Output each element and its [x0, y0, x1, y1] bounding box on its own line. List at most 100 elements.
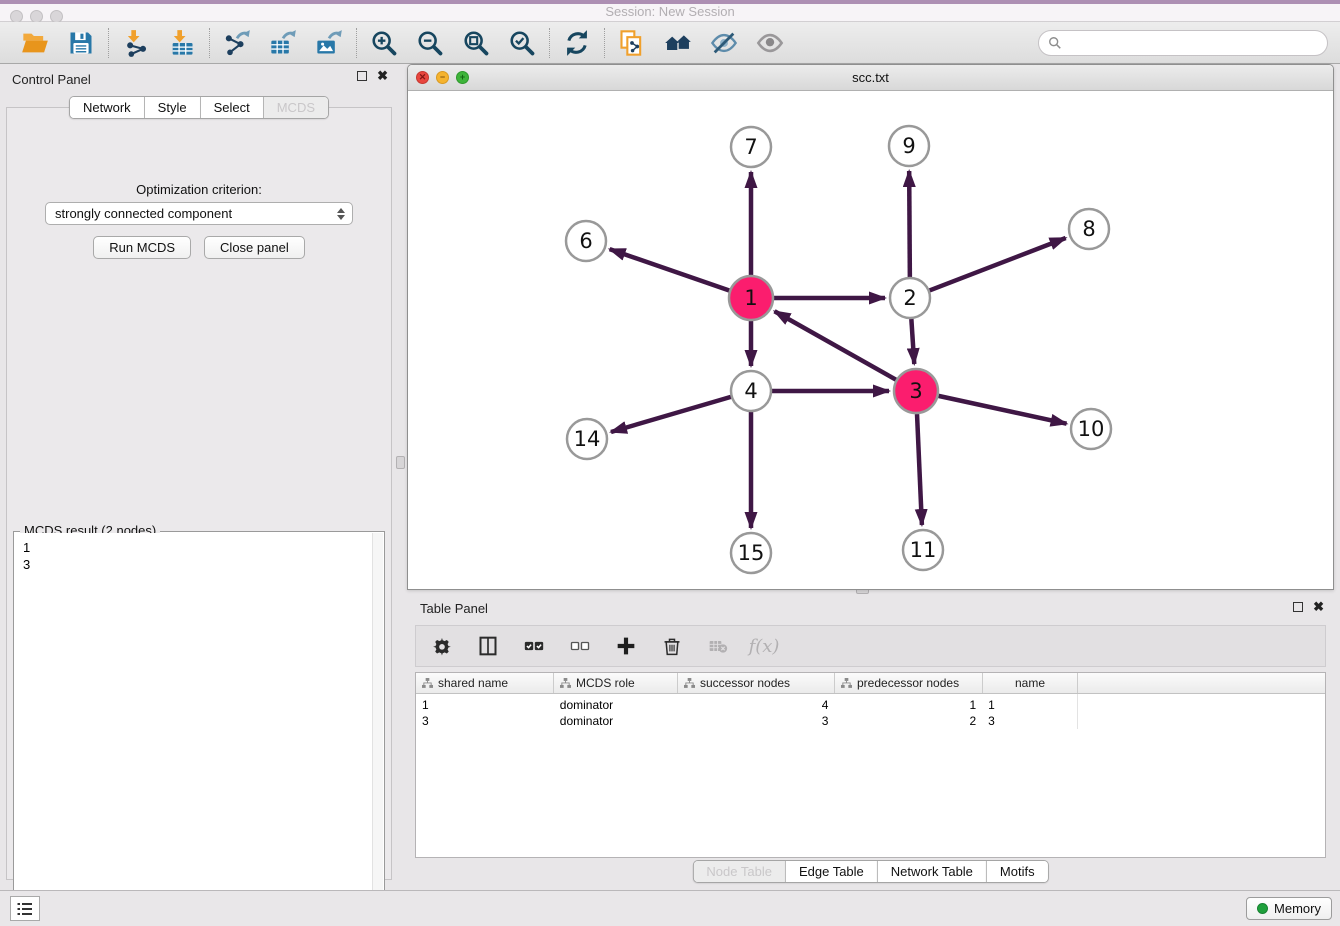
tab-mcds[interactable]: MCDS	[263, 97, 328, 118]
memory-button[interactable]: Memory	[1246, 897, 1332, 920]
first-neighbors-icon[interactable]	[663, 28, 693, 58]
column-header-successor-nodes[interactable]: successor nodes	[678, 673, 835, 693]
show-all-icon[interactable]	[755, 28, 785, 58]
export-table-icon[interactable]	[268, 28, 298, 58]
svg-text:9: 9	[902, 134, 915, 158]
gear-icon[interactable]	[430, 634, 454, 658]
svg-text:7: 7	[744, 135, 757, 159]
delete-columns-icon[interactable]	[660, 634, 684, 658]
column-type-icon	[684, 678, 695, 689]
select-all-columns-icon[interactable]	[522, 634, 546, 658]
graph-edge-1-6[interactable]	[610, 249, 730, 290]
column-header-predecessor-nodes[interactable]: predecessor nodes	[835, 673, 983, 693]
save-session-icon[interactable]	[66, 28, 96, 58]
zoom-selected-icon[interactable]	[507, 28, 537, 58]
table-panel-title: Table Panel	[420, 601, 488, 616]
node-table-header: shared name MCDS role successor nodes pr…	[416, 673, 1325, 694]
graph-edge-2-8[interactable]	[930, 238, 1066, 290]
control-panel-title: Control Panel	[12, 72, 91, 87]
run-mcds-button[interactable]: Run MCDS	[93, 236, 191, 259]
graph-edge-3-10[interactable]	[938, 396, 1066, 424]
zoom-in-icon[interactable]	[369, 28, 399, 58]
delete-table-icon[interactable]	[706, 634, 730, 658]
status-bar: Memory	[0, 890, 1340, 926]
tab-select[interactable]: Select	[200, 97, 263, 118]
tab-style[interactable]: Style	[144, 97, 200, 118]
graph-node-15[interactable]: 15	[731, 533, 771, 573]
task-history-button[interactable]	[10, 896, 40, 921]
column-header-name[interactable]: name	[983, 673, 1078, 693]
column-header-shared-name[interactable]: shared name	[416, 673, 554, 693]
graph-node-6[interactable]: 6	[566, 221, 606, 261]
graph-node-3[interactable]: 3	[894, 369, 938, 413]
import-table-icon[interactable]	[167, 28, 197, 58]
clone-network-icon[interactable]	[617, 28, 647, 58]
column-type-icon	[841, 678, 852, 689]
add-column-icon[interactable]	[614, 634, 638, 658]
network-window-titlebar[interactable]: ✕ − + scc.txt	[408, 65, 1333, 91]
graph-edge-3-11[interactable]	[917, 414, 922, 525]
graph-node-10[interactable]: 10	[1071, 409, 1111, 449]
close-panel-icon[interactable]: ✖	[377, 71, 388, 81]
svg-text:6: 6	[579, 229, 592, 253]
close-panel-button[interactable]: Close panel	[204, 236, 305, 259]
graph-edge-3-1[interactable]	[775, 311, 896, 379]
window-title: Session: New Session	[0, 4, 1340, 20]
export-image-icon[interactable]	[314, 28, 344, 58]
graph-edge-2-3[interactable]	[911, 319, 914, 364]
network-minimize-icon[interactable]: −	[436, 71, 449, 84]
network-canvas[interactable]: 7 9 6 8 1 2 4 3 14 10 15 11	[408, 91, 1333, 589]
tab-edge-table[interactable]: Edge Table	[785, 861, 877, 882]
network-graph[interactable]: 7 9 6 8 1 2 4 3 14 10 15 11	[408, 91, 1333, 590]
criterion-dropdown[interactable]: strongly connected component	[45, 202, 353, 225]
mcds-result-list[interactable]: 1 3	[15, 533, 383, 911]
graph-node-4[interactable]: 4	[731, 371, 771, 411]
criterion-dropdown-value: strongly connected component	[55, 206, 334, 221]
import-network-icon[interactable]	[121, 28, 151, 58]
table-panel: Table Panel ✖ f(x) sha	[407, 595, 1334, 890]
graph-node-14[interactable]: 14	[567, 419, 607, 459]
svg-text:1: 1	[744, 286, 757, 310]
hide-selected-icon[interactable]	[709, 28, 739, 58]
graph-edge-2-9[interactable]	[909, 171, 910, 277]
open-session-icon[interactable]	[20, 28, 50, 58]
splitter-grip-vertical[interactable]	[396, 456, 405, 469]
apply-layout-icon[interactable]	[562, 28, 592, 58]
network-close-icon[interactable]: ✕	[416, 71, 429, 84]
graph-node-1[interactable]: 1	[729, 276, 773, 320]
control-panel-body: Optimization criterion: strongly connect…	[6, 107, 392, 880]
unselect-all-columns-icon[interactable]	[568, 634, 592, 658]
table-row[interactable]: 1 dominator 4 1 1	[416, 697, 1077, 713]
window-titlebar: Session: New Session	[0, 0, 1340, 22]
search-input[interactable]	[1067, 35, 1318, 50]
mcds-result-scrollbar[interactable]	[372, 533, 383, 911]
zoom-fit-icon[interactable]	[461, 28, 491, 58]
svg-text:11: 11	[910, 538, 937, 562]
split-panel-icon[interactable]	[476, 634, 500, 658]
network-maximize-icon[interactable]: +	[456, 71, 469, 84]
float-table-panel-icon[interactable]	[1293, 602, 1303, 612]
tab-node-table[interactable]: Node Table	[693, 861, 785, 882]
tab-motifs[interactable]: Motifs	[986, 861, 1048, 882]
zoom-out-icon[interactable]	[415, 28, 445, 58]
chevron-up-down-icon	[334, 205, 348, 222]
graph-node-11[interactable]: 11	[903, 530, 943, 570]
graph-node-8[interactable]: 8	[1069, 209, 1109, 249]
graph-node-9[interactable]: 9	[889, 126, 929, 166]
export-network-icon[interactable]	[222, 28, 252, 58]
table-tabs: Node Table Edge Table Network Table Moti…	[692, 860, 1048, 883]
table-row[interactable]: 3 dominator 3 2 3	[416, 713, 1077, 729]
node-table[interactable]: shared name MCDS role successor nodes pr…	[415, 672, 1326, 858]
graph-node-2[interactable]: 2	[890, 278, 930, 318]
close-table-panel-icon[interactable]: ✖	[1313, 602, 1324, 612]
control-panel-tabs: Network Style Select MCDS	[69, 96, 329, 119]
tab-network-table[interactable]: Network Table	[877, 861, 986, 882]
graph-node-7[interactable]: 7	[731, 127, 771, 167]
tab-network[interactable]: Network	[70, 97, 144, 118]
function-builder-icon[interactable]: f(x)	[752, 634, 776, 658]
float-panel-icon[interactable]	[357, 71, 367, 81]
graph-edge-4-14[interactable]	[611, 397, 731, 432]
table-toolbar: f(x)	[415, 625, 1326, 667]
search-field[interactable]	[1038, 30, 1328, 56]
column-header-mcds-role[interactable]: MCDS role	[554, 673, 678, 693]
